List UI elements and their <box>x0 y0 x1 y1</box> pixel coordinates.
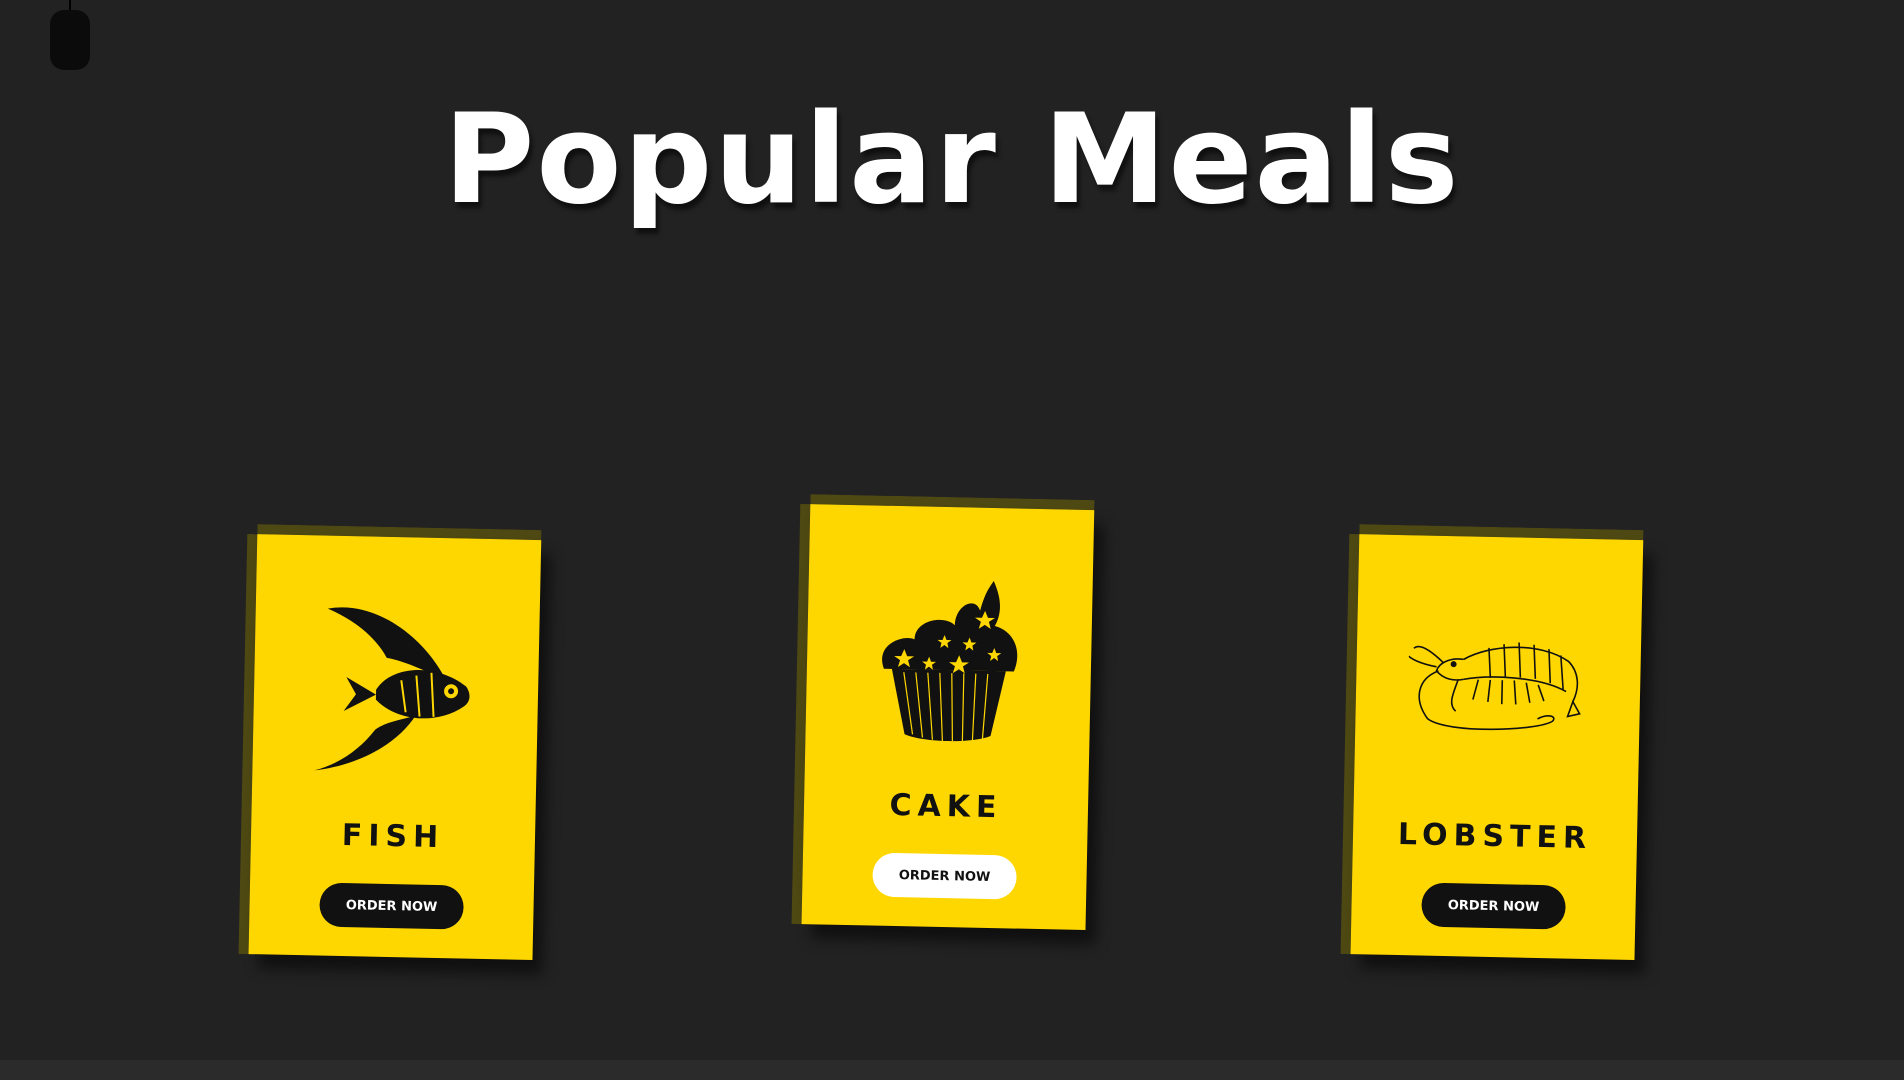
bottom-bar <box>0 1060 1904 1080</box>
order-now-button[interactable]: ORDER NOW <box>872 852 1018 900</box>
order-now-button[interactable]: ORDER NOW <box>1421 882 1567 930</box>
order-now-button[interactable]: ORDER NOW <box>319 882 465 930</box>
meal-name: FISH <box>341 817 445 856</box>
meal-name: LOBSTER <box>1397 817 1593 857</box>
meal-card-lobster: LOBSTER ORDER NOW <box>1340 524 1646 961</box>
page-title: Popular Meals <box>443 88 1461 232</box>
meal-card-fish: FISH ORDER NOW <box>238 524 544 961</box>
meal-name: CAKE <box>889 787 1003 826</box>
lamp-icon <box>50 0 90 70</box>
fish-icon <box>299 593 493 787</box>
shrimp-icon <box>1401 593 1595 787</box>
page: Popular Meals FISH ORDER NOW CAKE ORDER … <box>0 0 1904 1080</box>
cupcake-icon <box>852 563 1046 757</box>
meal-card-cake: CAKE ORDER NOW <box>791 494 1097 931</box>
